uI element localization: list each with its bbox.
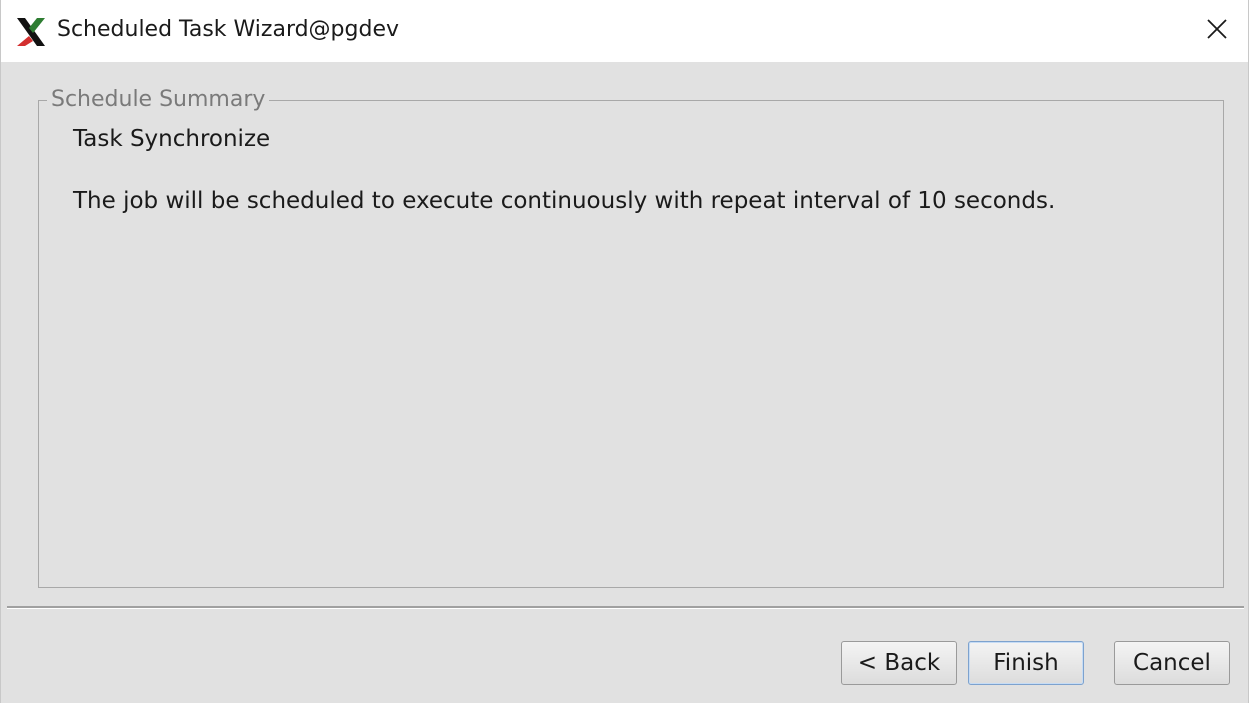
close-icon <box>1206 18 1228 44</box>
finish-button[interactable]: Finish <box>968 641 1084 685</box>
back-button[interactable]: < Back <box>841 641 957 685</box>
title-bar[interactable]: Scheduled Task Wizard@pgdev <box>1 0 1248 62</box>
schedule-description: The job will be scheduled to execute con… <box>73 188 1056 214</box>
close-button[interactable] <box>1186 0 1248 62</box>
wizard-content: Schedule Summary Task Synchronize The jo… <box>1 62 1248 607</box>
schedule-summary-legend: Schedule Summary <box>47 86 270 114</box>
cancel-button[interactable]: Cancel <box>1114 641 1230 685</box>
schedule-summary-group: Schedule Summary Task Synchronize The jo… <box>38 86 1224 588</box>
x-app-icon <box>15 16 47 48</box>
window-title: Scheduled Task Wizard@pgdev <box>57 17 400 42</box>
task-name-label: Task Synchronize <box>73 126 271 152</box>
button-bar: < Back Finish Cancel <box>1 609 1248 703</box>
wizard-window: Scheduled Task Wizard@pgdev Schedule Sum… <box>0 0 1249 703</box>
